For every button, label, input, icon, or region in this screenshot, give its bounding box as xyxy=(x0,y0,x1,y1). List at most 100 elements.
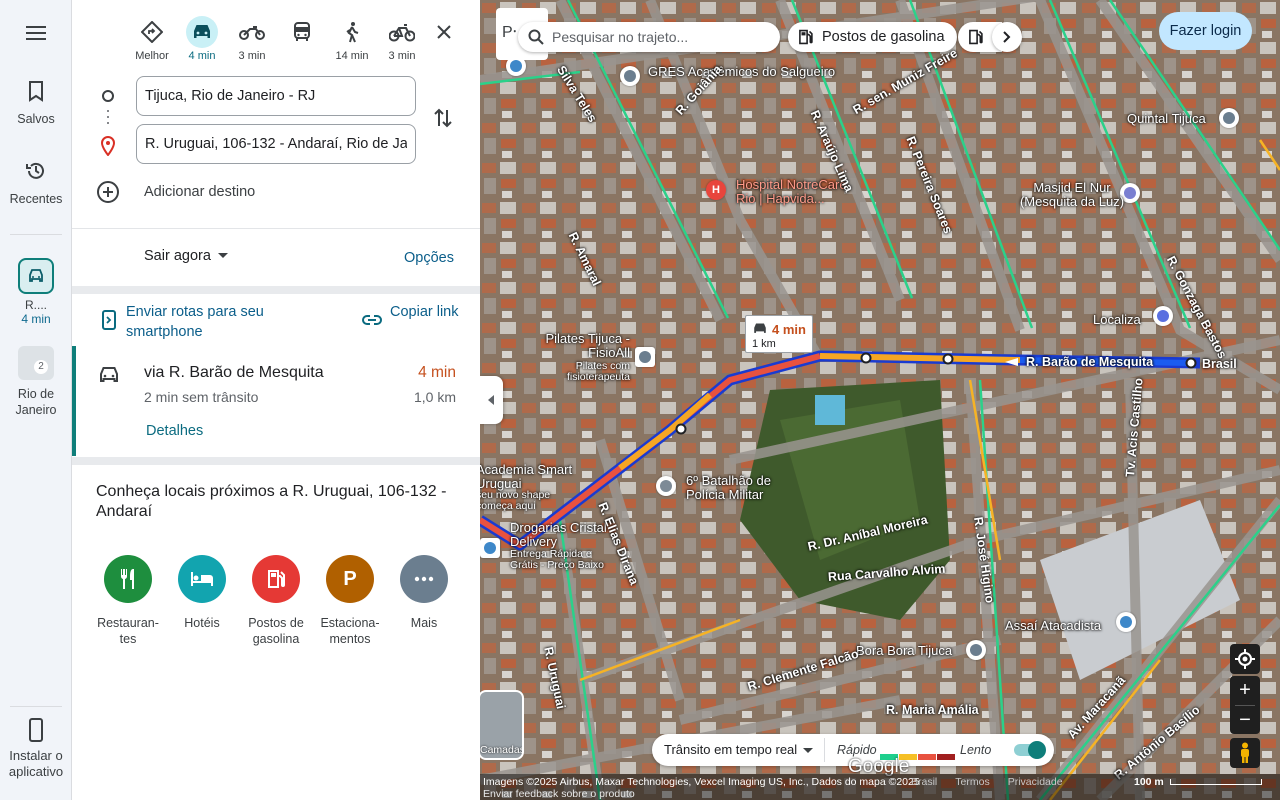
traffic-dropdown[interactable]: Trânsito em tempo real xyxy=(664,734,814,766)
poi-label[interactable]: Masjid El Nur (Mesquita da Luz) xyxy=(1010,181,1134,209)
origin-input[interactable] xyxy=(136,76,416,116)
hospital-icon[interactable]: H xyxy=(706,180,726,200)
sign-in-button[interactable]: Fazer login xyxy=(1159,12,1252,50)
poi-label[interactable]: Hospital NotreCare Rio | Hapvida... xyxy=(736,178,848,206)
poi-marker-icon[interactable] xyxy=(635,347,655,367)
poi-label[interactable]: Bora Bora Tijuca xyxy=(856,643,952,658)
route-duration-callout[interactable]: 4 min 1 km xyxy=(745,315,813,353)
options-button[interactable]: Opções xyxy=(404,250,454,266)
my-location-button[interactable] xyxy=(1230,644,1260,674)
destination-input[interactable] xyxy=(136,124,416,164)
poi-label[interactable]: Localiza xyxy=(1093,312,1141,327)
poi-marker-icon[interactable] xyxy=(620,66,640,86)
category-hotels[interactable]: Hotéis xyxy=(167,555,237,631)
mode-label: 4 min xyxy=(188,50,216,62)
add-destination-label: Adicionar destino xyxy=(144,184,256,200)
category-label: Hotéis xyxy=(184,616,220,630)
motorcycle-icon xyxy=(239,26,265,40)
car-rental-icon[interactable] xyxy=(1153,306,1173,326)
zoom-out-button[interactable]: − xyxy=(1230,706,1260,735)
terms-link[interactable]: Termos xyxy=(955,776,989,788)
scale-label: 100 m xyxy=(1134,776,1164,788)
send-feedback-link[interactable]: Enviar feedback sobre o produto xyxy=(483,788,635,800)
mode-label: 14 min xyxy=(335,50,369,62)
satellite-map[interactable]: H GRES Acadêmicos do Salgueiro Quintal T… xyxy=(480,0,1280,800)
search-along-route-input[interactable]: Pesquisar no trajeto... xyxy=(518,22,780,52)
chips-next-button[interactable] xyxy=(992,22,1022,52)
poi-label[interactable]: Academia Smart Uruguai xyxy=(480,463,576,491)
category-label: Estaciona-mentos xyxy=(320,616,380,646)
collapse-panel-button[interactable] xyxy=(480,376,503,424)
more-dots-icon xyxy=(400,555,448,603)
hamburger-menu-icon xyxy=(26,26,46,40)
poi-label[interactable]: Pilates Tijuca - FisioAll xyxy=(538,332,630,360)
poi-label[interactable]: Assaí Atacadista xyxy=(1005,618,1101,633)
swap-stops-button[interactable] xyxy=(432,106,454,135)
traffic-color-scale xyxy=(880,747,956,760)
crosshair-icon xyxy=(1235,649,1255,669)
recent-label: Recentes xyxy=(9,192,63,206)
left-rail: Salvos Recentes R.... 4 min 2 Rio de Jan… xyxy=(0,0,72,800)
poi-label[interactable]: Drogarias Cristal Delivery xyxy=(510,521,610,549)
category-parking[interactable]: P Estaciona-mentos xyxy=(315,555,385,647)
bookmark-icon xyxy=(29,81,43,102)
route-duration: 4 min xyxy=(418,364,456,381)
poi-label[interactable]: 6º Batalhão de Polícia Militar xyxy=(686,474,806,502)
nearby-places-title: Conheça locais próximos a R. Uruguai, 10… xyxy=(96,483,447,520)
mode-label: 3 min xyxy=(388,50,416,62)
category-restaurants[interactable]: Restauran-tes xyxy=(93,555,163,647)
caret-down-icon xyxy=(217,253,228,259)
mode-transit[interactable] xyxy=(280,16,324,50)
category-label: Postos de gasolina xyxy=(248,616,304,646)
layers-button[interactable]: Camadas xyxy=(480,690,524,760)
route-distance: 1,0 km xyxy=(413,389,456,405)
poi-marker-icon[interactable] xyxy=(966,640,986,660)
rio-de-janeiro-chip[interactable]: 2 Rio de Janeiro xyxy=(0,346,72,418)
place-thumbnail: 2 xyxy=(18,346,54,380)
street-view-pegman[interactable] xyxy=(1230,738,1260,768)
shopping-icon[interactable] xyxy=(1116,612,1136,632)
menu-button[interactable] xyxy=(0,24,72,42)
route-details-button[interactable]: Detalhes xyxy=(146,423,203,439)
poi-label[interactable]: Quintal Tijuca xyxy=(1127,111,1206,126)
category-more[interactable]: Mais xyxy=(389,555,459,631)
category-label: Restauran-tes xyxy=(97,616,159,646)
mode-walk[interactable]: 14 min xyxy=(330,16,374,62)
diamond-route-icon xyxy=(141,21,163,43)
caret-down-icon xyxy=(803,747,814,753)
privacy-link[interactable]: Privacidade xyxy=(1008,776,1063,788)
region-link[interactable]: Brasil xyxy=(911,776,937,788)
mode-label: Melhor xyxy=(135,50,169,62)
traffic-toggle[interactable] xyxy=(1014,741,1046,759)
saved-button[interactable]: Salvos xyxy=(0,80,72,126)
close-directions-button[interactable] xyxy=(430,18,458,46)
zoom-controls: + − xyxy=(1230,676,1260,734)
bike-icon xyxy=(389,24,415,42)
mode-car[interactable]: 4 min xyxy=(180,16,224,62)
recent-button[interactable]: Recentes xyxy=(0,160,72,206)
category-gas-stations[interactable]: Postos de gasolina xyxy=(241,555,311,647)
pharmacy-icon[interactable] xyxy=(480,538,500,558)
attribution-bar: Imagens ©2025 Airbus, Maxar Technologies… xyxy=(480,774,1280,800)
mode-motorcycle[interactable]: 3 min xyxy=(230,16,274,62)
attribution-links: Brasil Termos Privacidade xyxy=(911,776,1081,788)
poi-label[interactable]: GRES Acadêmicos do Salgueiro xyxy=(648,65,835,79)
mode-best[interactable]: Melhor xyxy=(130,16,174,62)
install-app-button[interactable]: Instalar o aplicativo xyxy=(0,718,72,780)
gas-pump-icon xyxy=(799,29,813,45)
police-icon[interactable] xyxy=(656,476,676,496)
chevron-right-icon xyxy=(1003,31,1011,43)
route-option-card[interactable]: via R. Barão de Mesquita 2 min sem trâns… xyxy=(72,346,480,456)
poi-marker-icon[interactable] xyxy=(1219,108,1239,128)
section-separator xyxy=(72,457,480,465)
car-icon xyxy=(100,367,118,382)
scale-bar[interactable]: 100 m xyxy=(1134,776,1262,788)
recent-route-chip[interactable]: R.... 4 min xyxy=(0,258,72,326)
mode-bike[interactable]: 3 min xyxy=(380,16,424,62)
callout-distance: 1 km xyxy=(752,338,776,350)
install-label: Instalar o aplicativo xyxy=(8,748,64,779)
zoom-in-button[interactable]: + xyxy=(1230,676,1260,705)
mode-label: 3 min xyxy=(238,50,266,62)
depart-now-dropdown[interactable]: Sair agora xyxy=(144,248,229,264)
gas-stations-chip[interactable]: Postos de gasolina xyxy=(788,22,957,52)
